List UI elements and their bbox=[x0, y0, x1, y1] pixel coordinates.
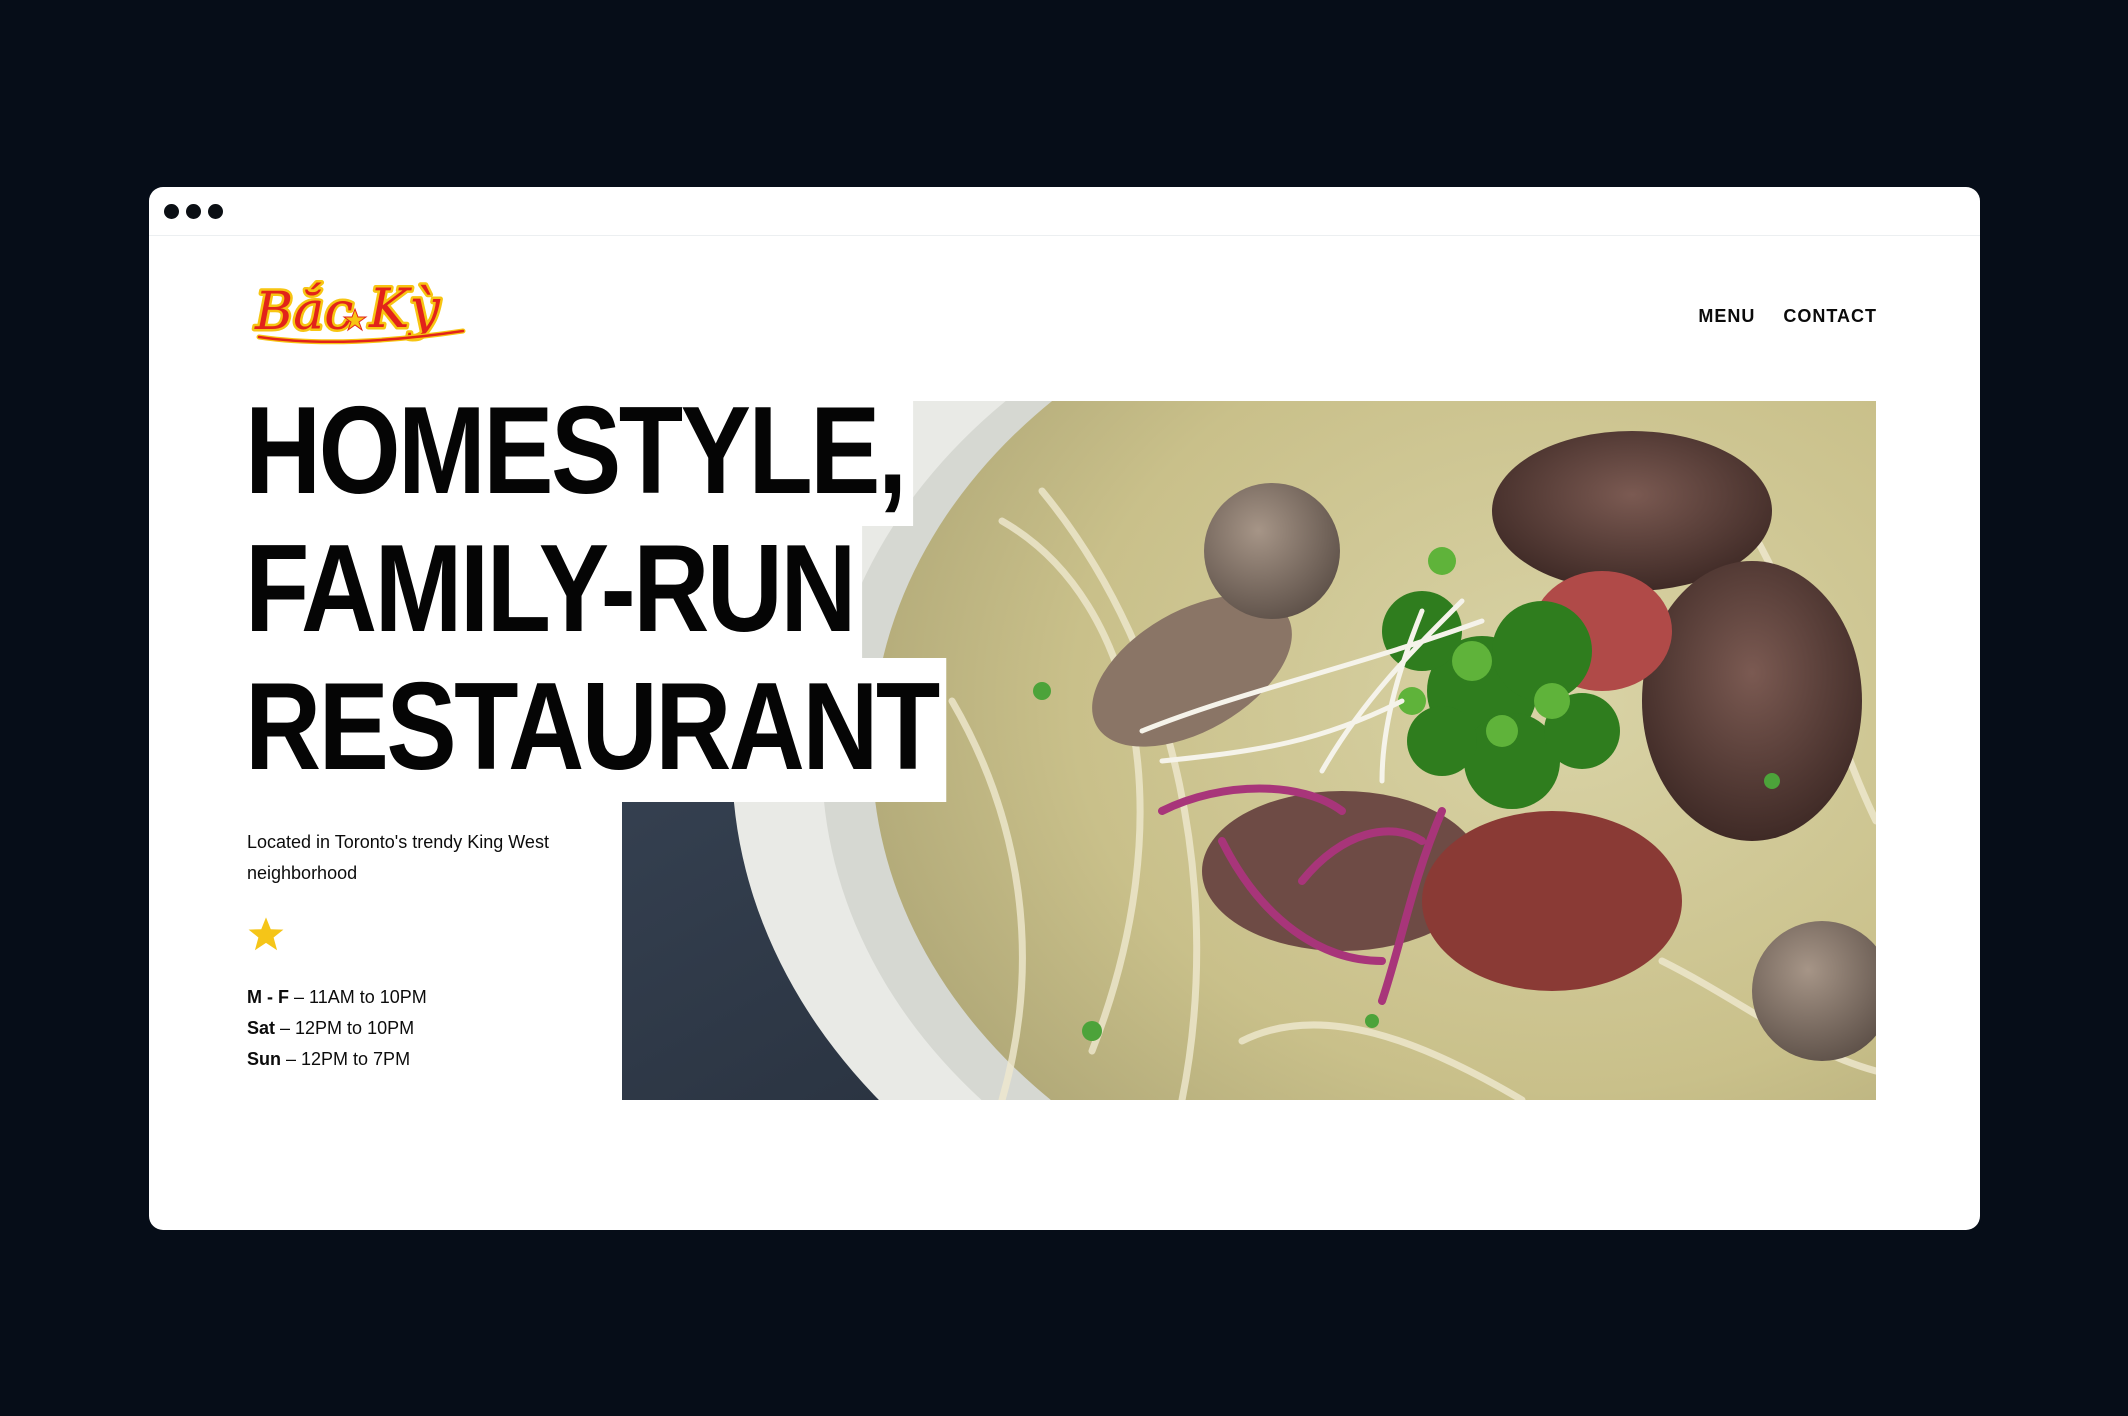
headline-line-2: FAMILY-RUN bbox=[245, 520, 946, 664]
svg-text:Kỳ: Kỳ bbox=[368, 277, 441, 340]
location-text: Located in Toronto's trendy King West ne… bbox=[247, 832, 549, 883]
star-icon bbox=[248, 917, 284, 951]
hours-time: 11AM to 10PM bbox=[309, 987, 427, 1007]
hours-time: 12PM to 10PM bbox=[295, 1018, 415, 1038]
headline-line-3: RESTAURANT bbox=[245, 658, 947, 802]
hours-separator: – bbox=[289, 987, 310, 1007]
window-titlebar bbox=[149, 187, 1980, 236]
browser-window: Bắc Bắc Kỳ Kỳ MENU CONTACT HOMESTYLE, FA… bbox=[149, 187, 1980, 1230]
hours-days: Sat bbox=[247, 1018, 276, 1038]
hours-time: 12PM to 7PM bbox=[301, 1049, 411, 1069]
headline-line-1: HOMESTYLE, bbox=[245, 382, 946, 526]
svg-text:Bắc: Bắc bbox=[254, 282, 353, 342]
opening-hours: M - F – 11AM to 10PM Sat – 12PM to 10PM … bbox=[247, 982, 427, 1075]
hero-headline: HOMESTYLE, FAMILY-RUN RESTAURANT bbox=[245, 382, 1070, 802]
hours-separator: – bbox=[275, 1018, 296, 1038]
nav-link-menu[interactable]: MENU bbox=[1698, 306, 1755, 327]
hours-days: M - F bbox=[247, 987, 289, 1007]
hours-row: Sat – 12PM to 10PM bbox=[247, 1013, 427, 1044]
hours-days: Sun bbox=[247, 1049, 281, 1069]
hours-separator: – bbox=[281, 1049, 302, 1069]
window-dot-icon[interactable] bbox=[186, 204, 201, 219]
main-nav: MENU CONTACT bbox=[1698, 306, 1877, 327]
window-dot-icon[interactable] bbox=[164, 204, 179, 219]
hours-row: Sun – 12PM to 7PM bbox=[247, 1044, 427, 1075]
window-dot-icon[interactable] bbox=[208, 204, 223, 219]
nav-link-contact[interactable]: CONTACT bbox=[1783, 306, 1877, 327]
brand-logo[interactable]: Bắc Bắc Kỳ Kỳ bbox=[251, 265, 467, 357]
hours-row: M - F – 11AM to 10PM bbox=[247, 982, 427, 1013]
